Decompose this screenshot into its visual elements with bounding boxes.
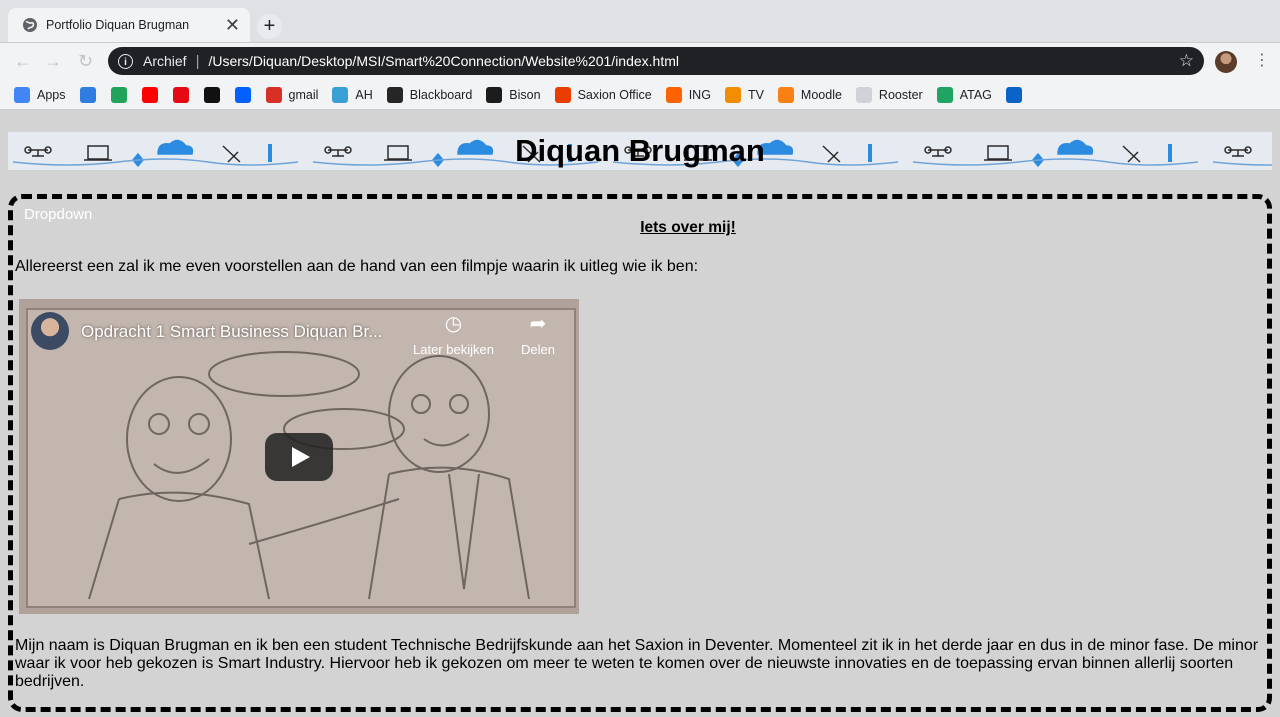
gmail-icon — [265, 86, 282, 103]
ing-icon — [665, 86, 682, 103]
bookmark-youtube[interactable] — [141, 86, 158, 103]
watch-later-button[interactable]: ◷ Later bekijken — [413, 311, 494, 357]
v-icon — [203, 86, 220, 103]
info-icon[interactable]: i — [118, 53, 133, 69]
bookmark-xbox[interactable] — [110, 86, 127, 103]
drive-icon — [936, 86, 953, 103]
share-icon: ➦ — [529, 313, 547, 335]
bookmark-star-icon[interactable]: ☆ — [1179, 51, 1194, 71]
ah-icon — [332, 86, 349, 103]
watch-later-label: Later bekijken — [413, 342, 494, 357]
bookmark-label: Apps — [37, 87, 66, 102]
bookmark-dropbox[interactable] — [234, 86, 251, 103]
tab-title: Portfolio Diquan Brugman — [46, 18, 190, 32]
bookmark-label: ING — [688, 87, 711, 102]
blackboard-icon — [386, 86, 403, 103]
bookmark-label: Moodle — [800, 87, 842, 102]
bookmark-blackboard[interactable]: Blackboard — [386, 86, 473, 103]
bookmark-label: TV — [747, 87, 764, 102]
bookmark-ah[interactable]: AH — [332, 86, 373, 103]
browser-toolbar: ← → ↻ i Archief | /Users/Diquan/Desktop/… — [0, 42, 1280, 80]
back-icon[interactable]: ← — [14, 51, 32, 72]
bison-icon — [486, 86, 503, 103]
bookmark-rooster[interactable]: Rooster — [855, 86, 923, 103]
forward-icon[interactable]: → — [44, 51, 62, 72]
bookmark-netflix[interactable] — [172, 86, 189, 103]
office-icon — [554, 86, 571, 103]
bookmark-label: AH — [355, 87, 373, 102]
menu-icon[interactable]: ⋮ — [1254, 50, 1270, 70]
bookmark-label: Bison — [509, 87, 541, 102]
page-title: Diquan Brugman — [515, 133, 765, 168]
bookmark-apps-grid[interactable]: Apps — [14, 86, 66, 103]
intro-text: Allereerst een zal ik me even voorstelle… — [15, 258, 699, 275]
netflix-icon — [172, 86, 189, 103]
bookmark-label: Saxion Office — [577, 87, 652, 102]
tv-icon — [724, 86, 741, 103]
bookmark-ing[interactable]: ING — [665, 86, 711, 103]
browser-tab[interactable]: Portfolio Diquan Brugman ✕ — [8, 8, 250, 42]
address-chip: Archief — [143, 53, 187, 69]
tab-close-icon[interactable]: ✕ — [225, 16, 240, 34]
share-label: Delen — [521, 342, 555, 357]
url-text[interactable]: /Users/Diquan/Desktop/MSI/Smart%20Connec… — [208, 53, 1178, 69]
share-button[interactable]: ➦ Delen — [521, 311, 555, 357]
header-banner: Diquan Brugman — [8, 132, 1272, 170]
bookmark-office[interactable]: Saxion Office — [554, 86, 652, 103]
dropbox-icon — [234, 86, 251, 103]
bookmark-tv[interactable]: TV — [724, 86, 764, 103]
bookmark-bison[interactable]: Bison — [486, 86, 541, 103]
address-bar[interactable]: i Archief | /Users/Diquan/Desktop/MSI/Sm… — [108, 47, 1204, 75]
xbox-icon — [110, 86, 127, 103]
bookmark-label: gmail — [288, 87, 319, 102]
section-heading: Iets over mij! — [640, 219, 736, 236]
address-separator: | — [195, 52, 200, 70]
bookmark-v[interactable] — [203, 86, 220, 103]
diamond-icon — [79, 86, 96, 103]
profile-avatar[interactable] — [1215, 51, 1237, 73]
youtube-embed[interactable]: Opdracht 1 Smart Business Diquan Br... ◷… — [19, 299, 579, 614]
bookmark-drive[interactable]: ATAG — [936, 86, 992, 103]
globe-icon — [23, 18, 37, 32]
play-button[interactable] — [265, 433, 333, 481]
channel-avatar[interactable] — [31, 312, 69, 350]
bookmark-label: Rooster — [878, 87, 923, 102]
bookmark-label: ATAG — [959, 87, 992, 102]
bio-text: Mijn naam is Diquan Brugman en ik ben ee… — [15, 637, 1259, 690]
bookmark-moodle[interactable]: Moodle — [777, 86, 842, 103]
clock-icon: ◷ — [444, 313, 463, 335]
rooster-icon — [855, 86, 872, 103]
tab-strip: Portfolio Diquan Brugman ✕ + — [0, 0, 1280, 42]
moodle-icon — [777, 86, 794, 103]
apps-grid-icon — [14, 86, 30, 103]
bookmark-gmail[interactable]: gmail — [265, 86, 319, 103]
outlook-icon — [1005, 86, 1022, 103]
bookmarks-bar: Apps gmail AH Blackboard Bison Saxion Office I… — [0, 80, 1280, 110]
new-tab-button[interactable]: + — [257, 14, 282, 39]
video-title[interactable]: Opdracht 1 Smart Business Diquan Br... — [81, 322, 401, 342]
bookmark-label: Blackboard — [409, 87, 473, 102]
youtube-icon — [141, 86, 158, 103]
bookmark-diamond[interactable] — [79, 86, 96, 103]
reload-icon[interactable]: ↻ — [78, 51, 93, 72]
bookmark-outlook[interactable] — [1005, 86, 1022, 103]
